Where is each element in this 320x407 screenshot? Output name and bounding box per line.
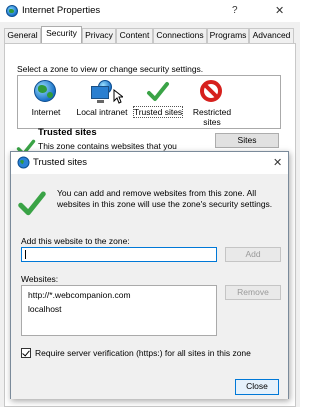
close-icon[interactable]: ✕ <box>273 156 282 169</box>
websites-label: Websites: <box>21 274 59 284</box>
websites-list[interactable]: http://*.webcompanion.com localhost <box>21 285 217 336</box>
tab-security[interactable]: Security <box>41 26 82 44</box>
server-verification-label: Require server verification (https:) for… <box>35 348 251 358</box>
dialog-title: Trusted sites <box>33 157 88 168</box>
text-caret <box>25 250 26 259</box>
dialog-description: You can add and remove websites from thi… <box>57 188 273 209</box>
zone-label: Internet <box>31 107 61 117</box>
mouse-cursor-icon <box>113 89 123 104</box>
zone-label: Local intranet <box>76 107 128 117</box>
internet-globe-icon <box>6 5 18 17</box>
dialog-body: You can add and remove websites from thi… <box>11 174 288 399</box>
server-verification-checkbox[interactable] <box>21 348 31 358</box>
tab-connections[interactable]: Connections <box>153 28 207 43</box>
zone-trusted-sites[interactable]: Trusted sites <box>132 78 184 118</box>
intranet-icon <box>90 80 114 104</box>
tab-programs[interactable]: Programs <box>207 28 249 43</box>
zone-label: Restricted sites <box>192 107 232 127</box>
close-button[interactable]: Close <box>235 379 279 395</box>
title-bar: Internet Properties ? ✕ <box>0 0 300 22</box>
zone-label: Trusted sites <box>132 106 184 118</box>
tab-content[interactable]: Content <box>116 28 153 43</box>
add-button[interactable]: Add <box>225 247 281 262</box>
tab-advanced[interactable]: Advanced <box>249 28 294 43</box>
zone-restricted-sites[interactable]: Restricted sites <box>190 78 234 127</box>
remove-button[interactable]: Remove <box>225 285 281 300</box>
internet-globe-icon <box>17 156 30 169</box>
list-item[interactable]: localhost <box>28 304 62 314</box>
add-website-input[interactable] <box>21 247 217 262</box>
zone-internet[interactable]: Internet <box>26 78 66 117</box>
zone-list: Internet Local intranet Trusted sites Re… <box>17 75 281 129</box>
tab-privacy[interactable]: Privacy <box>82 28 116 43</box>
checkmark-icon <box>18 191 46 216</box>
zone-heading: Trusted sites <box>38 127 97 138</box>
window-title: Internet Properties <box>22 5 101 16</box>
restricted-icon <box>200 80 222 102</box>
globe-icon <box>34 80 56 102</box>
zone-prompt: Select a zone to view or change security… <box>17 64 204 74</box>
help-button[interactable]: ? <box>232 5 238 16</box>
sites-button[interactable]: Sites <box>215 133 279 148</box>
add-website-label: Add this website to the zone: <box>21 236 130 246</box>
dialog-title-bar: Trusted sites ✕ <box>11 152 288 174</box>
list-item[interactable]: http://*.webcompanion.com <box>28 290 131 300</box>
checkmark-icon <box>147 82 169 101</box>
tab-general[interactable]: General <box>4 28 41 43</box>
close-icon[interactable]: ✕ <box>275 4 284 17</box>
trusted-sites-dialog: Trusted sites ✕ You can add and remove w… <box>10 151 289 399</box>
